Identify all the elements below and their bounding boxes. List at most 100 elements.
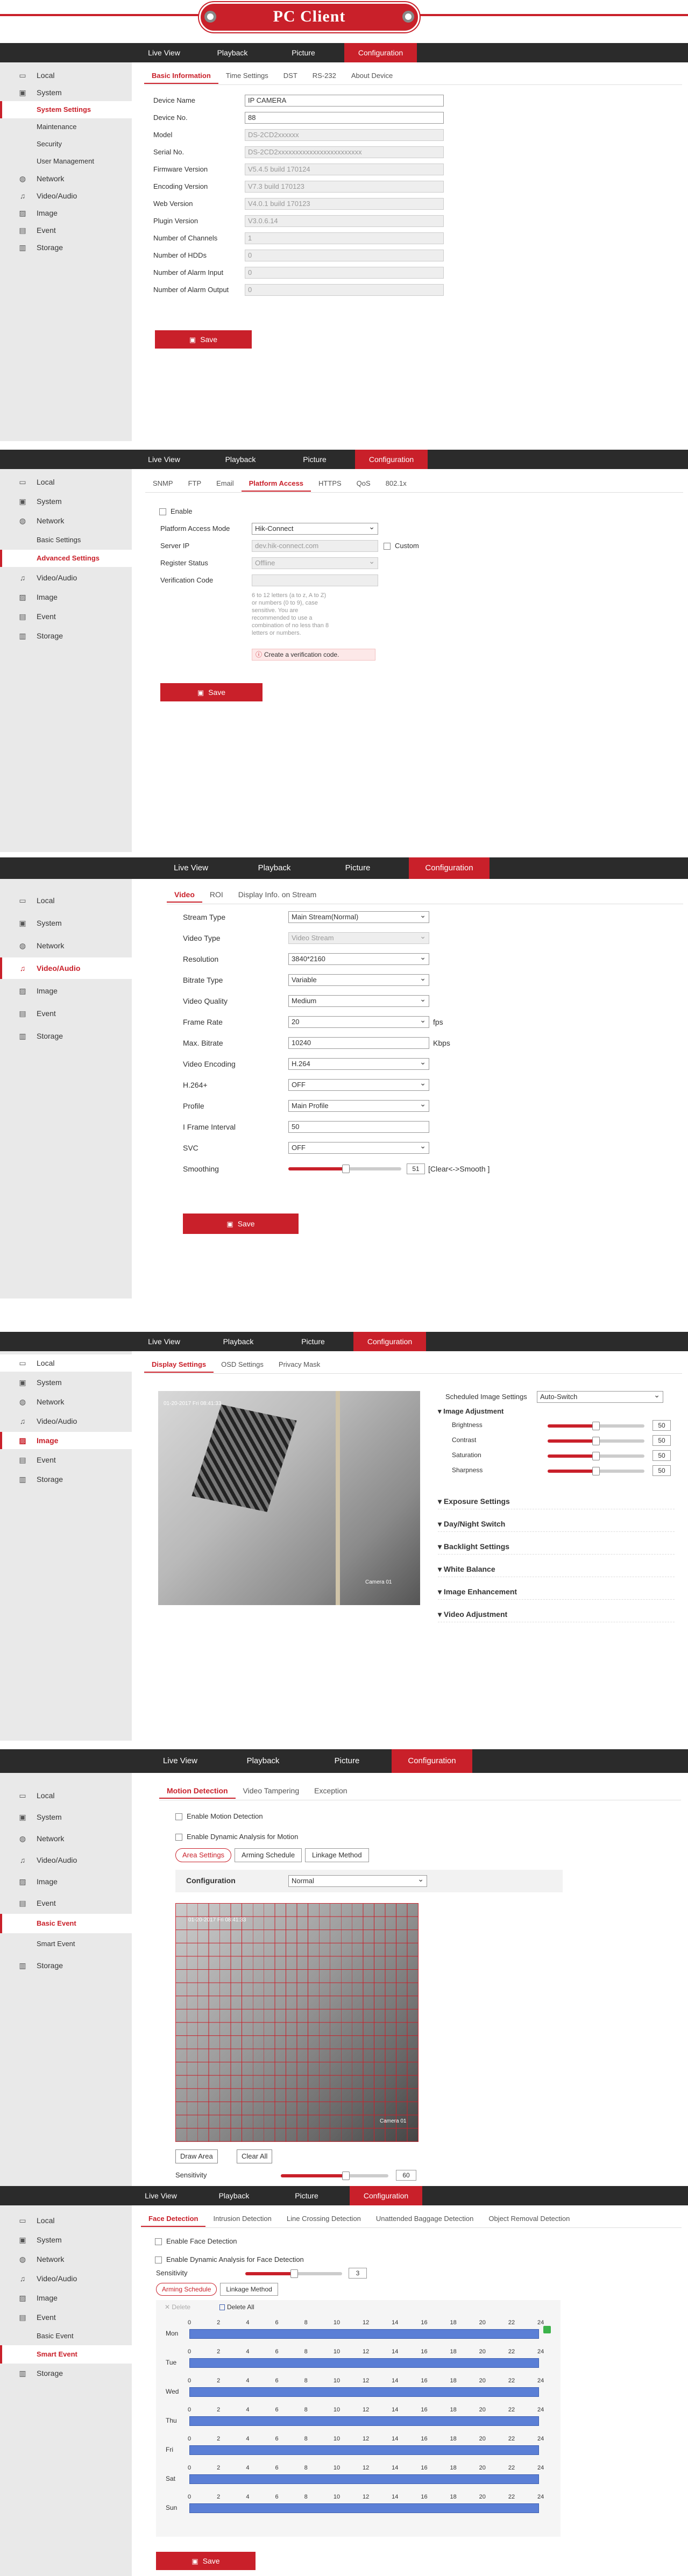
- accordion-header[interactable]: ▾ White Balance: [438, 1561, 675, 1577]
- tab-time-settings[interactable]: Time Settings: [218, 68, 276, 84]
- tab-snmp[interactable]: SNMP: [145, 476, 181, 492]
- enable-checkbox[interactable]: [159, 508, 166, 516]
- tab-display-settings[interactable]: Display Settings: [144, 1357, 214, 1373]
- tab-face-detection[interactable]: Face Detection: [141, 2211, 206, 2227]
- image-slider[interactable]: [548, 1452, 644, 1460]
- enable-dynamic-checkbox[interactable]: [175, 1834, 182, 1841]
- enable-motion-checkbox[interactable]: [175, 1813, 182, 1821]
- sidebar-item-local[interactable]: ▭ Local: [0, 1354, 132, 1372]
- sidebar-item-image[interactable]: ▨ Image: [0, 2288, 132, 2308]
- tab-dst[interactable]: DST: [276, 68, 305, 84]
- nav-picture[interactable]: Picture: [328, 857, 387, 879]
- slider-knob[interactable]: [592, 1452, 600, 1460]
- copy-icon[interactable]: [543, 2326, 551, 2333]
- nav-picture[interactable]: Picture: [274, 43, 333, 62]
- image-slider[interactable]: [548, 1437, 644, 1445]
- sidebar-item-local[interactable]: ▭ Local: [0, 890, 132, 911]
- info-field[interactable]: 88: [245, 112, 444, 124]
- sidebar-item-image[interactable]: ▨ Image: [0, 588, 132, 606]
- custom-checkbox[interactable]: [384, 543, 391, 550]
- tab-privacy-mask[interactable]: Privacy Mask: [271, 1357, 328, 1373]
- image-adjustment-header[interactable]: ▾ Image Adjustment: [438, 1407, 503, 1416]
- config-select[interactable]: Normal: [288, 1875, 427, 1887]
- sidebar-item-event[interactable]: ▤ Event: [0, 608, 132, 625]
- sidebar-item-event[interactable]: ▤ Event: [0, 1892, 132, 1914]
- sidebar-item-network[interactable]: ◍ Network: [0, 1393, 132, 1410]
- tab-8021x[interactable]: 802.1x: [378, 476, 414, 492]
- tab-video-tampering[interactable]: Video Tampering: [236, 1783, 307, 1799]
- save-button[interactable]: ▣ Save: [160, 683, 263, 701]
- clear-all-button[interactable]: Clear All: [237, 2149, 273, 2163]
- subtab-area-settings[interactable]: Area Settings: [175, 1848, 232, 1862]
- sidebar-item-local[interactable]: ▭ Local: [0, 1785, 132, 1806]
- tab-unattended-baggage[interactable]: Unattended Baggage Detection: [368, 2211, 481, 2227]
- nav-picture[interactable]: Picture: [283, 1332, 343, 1351]
- sensitivity-value[interactable]: 3: [349, 2268, 367, 2279]
- sidebar-item-security[interactable]: Security: [0, 136, 132, 153]
- tab-email[interactable]: Email: [209, 476, 242, 492]
- save-button[interactable]: ▣ Save: [155, 330, 252, 349]
- video-field[interactable]: Variable: [288, 974, 429, 986]
- sidebar-item-system[interactable]: ▣ System: [0, 493, 132, 510]
- sidebar-item-image[interactable]: ▨ Image: [0, 980, 132, 1002]
- verification-code-input[interactable]: [252, 574, 378, 586]
- sensitivity-value[interactable]: 60: [396, 2170, 416, 2181]
- sidebar-item-local[interactable]: ▭ Local: [0, 67, 132, 84]
- video-field[interactable]: 50: [288, 1121, 429, 1133]
- sidebar-item-video-audio[interactable]: ♫ Video/Audio: [0, 2269, 132, 2288]
- tab-motion-detection[interactable]: Motion Detection: [159, 1783, 236, 1799]
- nav-configuration[interactable]: Configuration: [344, 43, 417, 62]
- schedule-bar[interactable]: [189, 2387, 539, 2397]
- accordion-header[interactable]: ▾ Exposure Settings: [438, 1493, 675, 1509]
- sidebar-item-network[interactable]: ◍ Network: [0, 935, 132, 956]
- tab-platform-access[interactable]: Platform Access: [241, 476, 311, 492]
- schedule-bar[interactable]: [189, 2416, 539, 2426]
- sidebar-item-basic-settings[interactable]: Basic Settings: [0, 531, 132, 549]
- smoothing-slider[interactable]: [288, 1165, 401, 1173]
- sidebar-item-storage[interactable]: ▥ Storage: [0, 2364, 132, 2383]
- sidebar-item-user-management[interactable]: User Management: [0, 153, 132, 170]
- sidebar-item-basic-event[interactable]: Basic Event: [0, 1914, 132, 1933]
- slider-knob[interactable]: [592, 1437, 600, 1445]
- enable-face-checkbox[interactable]: [155, 2238, 162, 2246]
- nav-live-view[interactable]: Live View: [134, 450, 194, 469]
- sidebar-item-local[interactable]: ▭ Local: [0, 2211, 132, 2230]
- motion-area-canvas[interactable]: 01-20-2017 Fri 08:41:33 Camera 01: [175, 1903, 419, 2142]
- subtab-arming-schedule[interactable]: Arming Schedule: [156, 2283, 217, 2296]
- sidebar-item-storage[interactable]: ▥ Storage: [0, 1955, 132, 1976]
- slider-knob[interactable]: [342, 1165, 350, 1173]
- sidebar-item-system[interactable]: ▣ System: [0, 1374, 132, 1391]
- nav-live-view[interactable]: Live View: [151, 1749, 210, 1773]
- nav-playback[interactable]: Playback: [209, 1332, 268, 1351]
- sidebar-item-local[interactable]: ▭ Local: [0, 473, 132, 491]
- slider-value[interactable]: 50: [652, 1435, 671, 1446]
- slider-knob[interactable]: [342, 2171, 350, 2180]
- tab-roi[interactable]: ROI: [202, 886, 231, 903]
- tab-basic-information[interactable]: Basic Information: [144, 68, 218, 84]
- info-field[interactable]: IP CAMERA: [245, 95, 444, 107]
- sidebar-item-image[interactable]: ▨ Image: [0, 1871, 132, 1892]
- schedule-bar[interactable]: [189, 2329, 539, 2339]
- delete-button[interactable]: ✕ Delete: [165, 2303, 190, 2311]
- schedule-bar[interactable]: [189, 2503, 539, 2513]
- tab-ftp[interactable]: FTP: [181, 476, 209, 492]
- sidebar-item-video-audio[interactable]: ♫ Video/Audio: [0, 1849, 132, 1871]
- sidebar-item-smart-event[interactable]: Smart Event: [0, 2345, 132, 2364]
- platform-mode-select[interactable]: Hik-Connect: [252, 523, 378, 535]
- slider-knob[interactable]: [290, 2269, 298, 2278]
- sidebar-item-maintenance[interactable]: Maintenance: [0, 118, 132, 136]
- sidebar-item-basic-event[interactable]: Basic Event: [0, 2327, 132, 2345]
- image-slider[interactable]: [548, 1467, 644, 1475]
- sidebar-item-system[interactable]: ▣ System: [0, 1806, 132, 1828]
- accordion-header[interactable]: ▾ Day/Night Switch: [438, 1516, 675, 1532]
- nav-live-view[interactable]: Live View: [161, 857, 221, 879]
- video-field[interactable]: Main Profile: [288, 1100, 429, 1112]
- slider-value[interactable]: 50: [652, 1450, 671, 1461]
- sidebar-item-system[interactable]: ▣ System: [0, 84, 132, 101]
- sidebar-item-video-audio[interactable]: ♫ Video/Audio: [0, 569, 132, 586]
- nav-configuration[interactable]: Configuration: [350, 2186, 422, 2205]
- video-field[interactable]: Main Stream(Normal): [288, 911, 429, 923]
- nav-playback[interactable]: Playback: [245, 857, 304, 879]
- draw-area-button[interactable]: Draw Area: [175, 2149, 218, 2163]
- scheduled-image-select[interactable]: Auto-Switch: [537, 1391, 663, 1403]
